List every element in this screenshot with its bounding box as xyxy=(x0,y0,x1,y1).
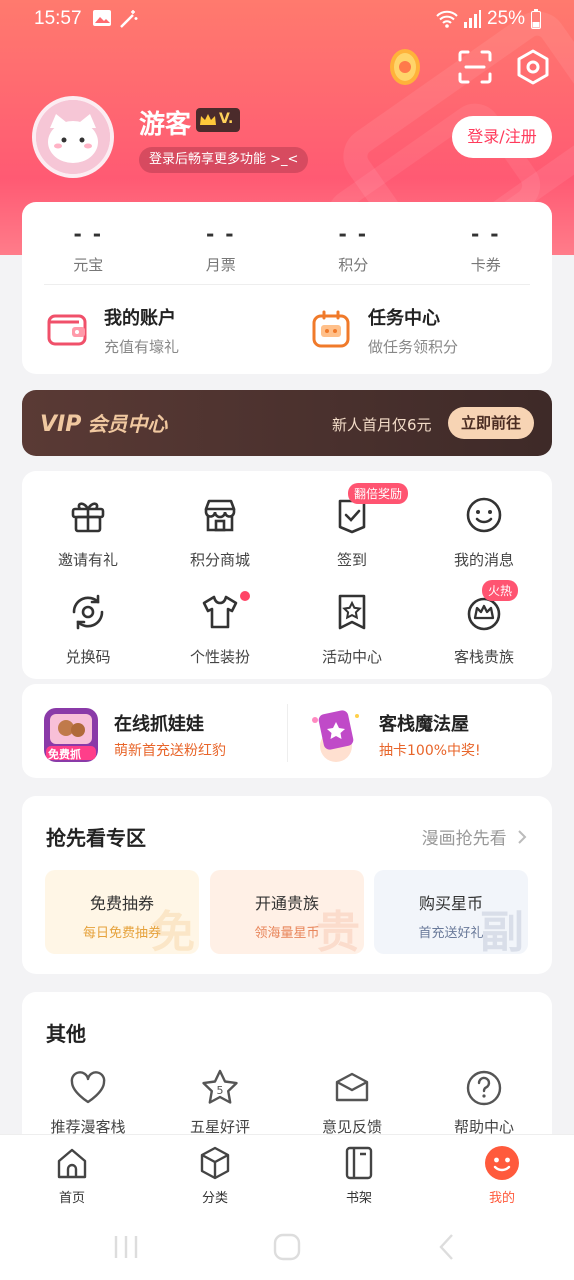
stat-points[interactable]: - - 积分 xyxy=(287,222,420,275)
preview-section-title: 抢先看专区 xyxy=(46,826,146,850)
stat-coupons[interactable]: - - 卡券 xyxy=(420,222,553,275)
other-section-title: 其他 xyxy=(46,1022,86,1046)
other-item-help[interactable]: 帮助中心 xyxy=(418,1068,550,1137)
tshirt-icon xyxy=(202,595,238,629)
nav-home[interactable]: 首页 xyxy=(22,1145,122,1206)
grid-item-checkin[interactable]: 签到 xyxy=(286,495,418,570)
status-bar: 15:57 25% xyxy=(0,0,574,40)
new-dot-badge xyxy=(240,591,250,601)
settings-icon[interactable] xyxy=(514,48,552,86)
back-icon[interactable] xyxy=(436,1232,456,1262)
nav-bookshelf[interactable]: 书架 xyxy=(309,1145,409,1206)
vip-center-banner[interactable]: VIP 会员中心 新人首月仅6元 立即前往 xyxy=(22,390,552,456)
grid-item-dress-up[interactable]: 个性装扮 xyxy=(154,592,286,667)
gift-icon xyxy=(71,502,105,533)
gallery-icon xyxy=(93,10,111,26)
mail-icon xyxy=(335,1072,369,1102)
grid-item-redeem-code[interactable]: 兑换码 xyxy=(22,592,154,667)
battery-icon xyxy=(531,9,541,29)
free-grab-badge: 免费抓 xyxy=(48,748,81,761)
home-icon xyxy=(57,1148,87,1179)
tile-nobility[interactable]: 开通贵族 领海量星币 贵 xyxy=(210,870,364,954)
preview-more-link[interactable]: 漫画抢先看 xyxy=(422,824,528,849)
task-center-entry[interactable]: 任务中心 做任务领积分 xyxy=(310,302,540,362)
book-icon xyxy=(345,1146,373,1180)
grid-item-activity-center[interactable]: 活动中心 xyxy=(286,592,418,667)
task-robot-icon xyxy=(312,310,350,348)
assets-card: - - 元宝 - - 月票 - - 积分 - - 卡券 我的账户 充值有壕礼 任务中心 … xyxy=(22,202,552,374)
claw-machine-entry[interactable]: 免费抓 在线抓娃娃 萌新首充送粉红豹 xyxy=(22,684,287,782)
preview-section: 抢先看专区 漫画抢先看 免费抽券 每日免费抽券 免 开通贵族 领海量星币 贵 购… xyxy=(22,796,552,974)
vip-center-title: VIP 会员中心 xyxy=(40,412,168,437)
coin-icon[interactable] xyxy=(386,48,424,86)
login-register-button[interactable]: 登录/注册 xyxy=(452,116,552,158)
my-account-entry[interactable]: 我的账户 充值有壕礼 xyxy=(46,302,276,362)
tile-free-draw[interactable]: 免费抽券 每日免费抽券 免 xyxy=(45,870,199,954)
magic-wand-icon xyxy=(120,10,138,28)
cube-icon xyxy=(200,1146,230,1180)
me-icon xyxy=(485,1146,519,1180)
redeem-icon xyxy=(72,594,104,630)
other-item-recommend[interactable]: 推荐漫客栈 xyxy=(22,1068,154,1137)
other-section: 其他 推荐漫客栈 5 五星好评 意见反馈 帮助中心 xyxy=(22,992,552,1152)
user-name: 游客 xyxy=(139,110,192,140)
avatar[interactable] xyxy=(32,96,114,178)
other-item-feedback[interactable]: 意见反馈 xyxy=(286,1068,418,1137)
smile-message-icon xyxy=(466,497,502,533)
grid-item-invite[interactable]: 邀请有礼 xyxy=(22,495,154,570)
promo-card: 免费抓 在线抓娃娃 萌新首充送粉红豹 客栈魔法屋 抽卡100%中奖! xyxy=(22,684,552,778)
vip-logo: VIP xyxy=(40,412,82,437)
star-bookmark-icon xyxy=(338,594,366,630)
wifi-icon xyxy=(436,10,458,28)
grid-item-points-mall[interactable]: 积分商城 xyxy=(154,495,286,570)
profile-page: 15:57 25% 游客 V. 登录后畅享更多功能 >_< 登录/注册 - -元… xyxy=(0,0,574,1280)
star-five-icon: 5 xyxy=(202,1069,238,1104)
help-icon xyxy=(466,1070,502,1106)
heart-icon xyxy=(70,1071,106,1104)
vip-go-button[interactable]: 立即前往 xyxy=(448,407,534,439)
stat-monthly-ticket[interactable]: - - 月票 xyxy=(155,222,288,275)
chevron-right-icon xyxy=(518,830,527,844)
magic-card-icon xyxy=(312,710,359,762)
tile-buy-coins[interactable]: 购买星币 首充送好礼 副 xyxy=(374,870,528,954)
double-reward-tag: 翻倍奖励 xyxy=(348,483,409,504)
divider xyxy=(44,284,530,285)
vip-level-badge: V. xyxy=(196,108,240,132)
recent-apps-icon[interactable] xyxy=(112,1232,140,1262)
grid-item-nobility[interactable]: 客栈贵族 xyxy=(418,592,550,667)
magic-house-entry[interactable]: 客栈魔法屋 抽卡100%中奖! xyxy=(287,684,552,782)
home-button-icon[interactable] xyxy=(272,1232,302,1262)
nav-category[interactable]: 分类 xyxy=(165,1145,265,1206)
hot-tag: 火热 xyxy=(482,580,519,601)
feature-grid-card: 邀请有礼 积分商城 签到 翻倍奖励 我的消息 兑换码 个性装扮 活动中心 客栈贵… xyxy=(22,471,552,679)
grid-item-messages[interactable]: 我的消息 xyxy=(418,495,550,570)
login-hint: 登录后畅享更多功能 >_< xyxy=(139,147,309,173)
signal-icon xyxy=(464,10,481,28)
crown-badge-icon xyxy=(200,114,216,125)
status-time: 15:57 xyxy=(34,8,82,29)
scan-icon[interactable] xyxy=(456,48,494,86)
vip-promo-text: 新人首月仅6元 xyxy=(332,416,432,434)
store-icon xyxy=(204,499,236,532)
nav-me[interactable]: 我的 xyxy=(452,1145,552,1206)
other-item-five-star[interactable]: 5 五星好评 xyxy=(154,1068,286,1137)
svg-text:5: 5 xyxy=(217,1084,224,1097)
stat-yuanbao[interactable]: - - 元宝 xyxy=(22,222,155,275)
wallet-icon xyxy=(47,314,87,346)
battery-percent: 25% xyxy=(487,8,526,29)
